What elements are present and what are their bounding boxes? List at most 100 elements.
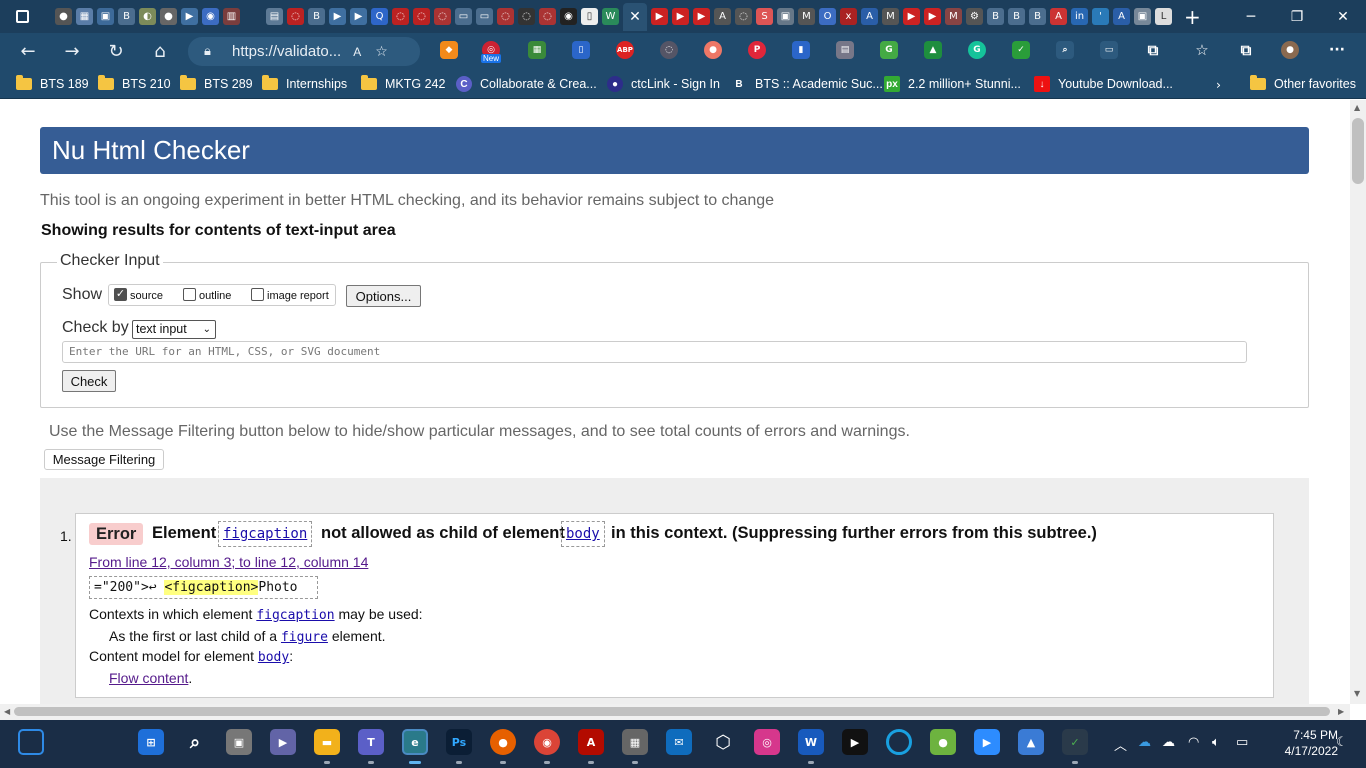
collections-icon[interactable]: ⧉ [1237, 41, 1255, 59]
check-app-icon[interactable]: ✓ [1062, 729, 1088, 755]
media-player-icon[interactable]: ▶ [842, 729, 868, 755]
figcaption-spec-link[interactable]: figcaption [256, 608, 334, 623]
file-explorer-icon[interactable]: ▬ [314, 729, 340, 755]
tab-icon[interactable]: ⚙ [966, 8, 983, 25]
tab-icon[interactable]: ◌ [539, 8, 556, 25]
favorite-item[interactable]: Other favorites [1246, 69, 1360, 99]
tab-icon[interactable]: S [756, 8, 773, 25]
body-code-link[interactable]: body [561, 521, 605, 547]
tab-icon[interactable]: ▣ [97, 8, 114, 25]
minimize-button[interactable]: ─ [1228, 0, 1274, 33]
chat-icon[interactable]: ▶ [270, 729, 296, 755]
close-tab-icon[interactable]: ✕ [629, 8, 641, 25]
extension-icon[interactable]: ▭ [1100, 41, 1118, 59]
tab-icon[interactable]: ◌ [497, 8, 514, 25]
tab-icon[interactable]: A [714, 8, 731, 25]
favorites-overflow-chevron-icon[interactable]: › [1212, 69, 1225, 99]
active-tab[interactable]: ✕ [623, 2, 647, 31]
source-label[interactable]: source [130, 290, 163, 302]
tab-icon[interactable]: B [987, 8, 1004, 25]
image-report-checkbox[interactable] [251, 288, 264, 301]
extension-icon[interactable]: ▯ [572, 41, 590, 59]
chrome-icon[interactable]: ◉ [534, 729, 560, 755]
tab-icon[interactable]: ◉ [560, 8, 577, 25]
tab-icon[interactable]: B [308, 8, 325, 25]
tab-icon[interactable]: ◌ [392, 8, 409, 25]
word-icon[interactable]: W [798, 729, 824, 755]
start-windows-icon[interactable]: ⊞ [138, 729, 164, 755]
tab-icon[interactable]: ▥ [223, 8, 240, 25]
refresh-button[interactable]: ↻ [96, 33, 136, 69]
zoom-icon[interactable]: ▶ [974, 729, 1000, 755]
pea-app-icon[interactable]: ● [930, 729, 956, 755]
tab-icon[interactable]: in [1071, 8, 1088, 25]
tab-icon[interactable]: ▶ [672, 8, 689, 25]
tab-icon[interactable]: ● [55, 8, 72, 25]
scroll-left-arrow-icon[interactable]: ◀ [4, 707, 10, 716]
desktop-widget-icon[interactable] [18, 729, 44, 755]
favorite-item[interactable]: ● ctcLink - Sign In [603, 69, 724, 99]
scroll-right-arrow-icon[interactable]: ▶ [1338, 707, 1344, 716]
tab-icon[interactable]: ▣ [1134, 8, 1151, 25]
tab-icon[interactable]: M [798, 8, 815, 25]
tab-icon[interactable]: ◌ [287, 8, 304, 25]
back-button[interactable]: ← [8, 33, 48, 69]
tab-icon[interactable]: x [840, 8, 857, 25]
check-by-select[interactable]: text input ⌄ [132, 320, 216, 339]
tab-icon[interactable]: B [1008, 8, 1025, 25]
tab-icon[interactable]: B [1029, 8, 1046, 25]
tab-icon[interactable]: A [861, 8, 878, 25]
outline-label[interactable]: outline [199, 290, 231, 302]
tab-icon[interactable]: ' [1092, 8, 1109, 25]
volume-icon[interactable]: 🔈︎ [1212, 735, 1220, 750]
pinterest-icon[interactable]: P [748, 41, 766, 59]
tab-icon[interactable]: M [882, 8, 899, 25]
cube-app-icon[interactable]: ⬡ [710, 729, 736, 755]
forward-button[interactable]: → [52, 33, 92, 69]
tab-icon[interactable]: ▶ [350, 8, 367, 25]
photos-icon[interactable]: ▲ [1018, 729, 1044, 755]
zoom-extension-icon[interactable]: ⌕ [1056, 41, 1074, 59]
tab-icon[interactable]: ▶ [329, 8, 346, 25]
tab-icon[interactable]: ▶ [903, 8, 920, 25]
tab-icon[interactable]: ▦ [76, 8, 93, 25]
url-input[interactable]: Enter the URL for an HTML, CSS, or SVG d… [62, 341, 1247, 363]
tab-icon[interactable]: ◌ [413, 8, 430, 25]
onedrive-icon[interactable]: ☁ [1138, 735, 1151, 750]
tab-icon[interactable]: ◌ [434, 8, 451, 25]
source-checkbox[interactable]: ✓ [114, 288, 127, 301]
tab-icon[interactable]: O [819, 8, 836, 25]
extension-icon[interactable]: ▮ [792, 41, 810, 59]
tab-icon[interactable]: ◉ [202, 8, 219, 25]
favorite-item[interactable]: px 2.2 million+ Stunni... [880, 69, 1025, 99]
checkmark-extension-icon[interactable]: ✓ [1012, 41, 1030, 59]
new-tab-button[interactable]: + [1184, 5, 1201, 29]
favorite-item[interactable]: ↓ Youtube Download... [1030, 69, 1177, 99]
favorites-icon[interactable]: ☆ [1193, 41, 1211, 59]
home-button[interactable]: ⌂ [140, 33, 180, 69]
photoshop-icon[interactable]: Ps [446, 729, 472, 755]
tab-icon[interactable]: ▶ [693, 8, 710, 25]
tab-icon[interactable]: B [118, 8, 135, 25]
flow-content-link[interactable]: Flow content [109, 670, 188, 686]
system-clock[interactable]: 7:45 PM 4/17/2022 [1258, 727, 1338, 759]
extensions-puzzle-icon[interactable]: ⧉ [1144, 41, 1162, 59]
tab-icon[interactable]: W [602, 8, 619, 25]
mail-icon[interactable]: ✉ [666, 729, 692, 755]
scroll-down-arrow-icon[interactable]: ▼ [1354, 689, 1360, 698]
vertical-scroll-thumb[interactable] [1352, 118, 1364, 184]
favorite-item[interactable]: C Collaborate & Crea... [452, 69, 601, 99]
extension-icon[interactable]: ◌ [660, 41, 678, 59]
acrobat-icon[interactable]: A [578, 729, 604, 755]
read-aloud-icon[interactable]: A [353, 45, 361, 59]
maximize-button[interactable]: ❐ [1274, 0, 1320, 33]
profile-avatar[interactable]: ● [1281, 41, 1299, 59]
firefox-icon[interactable]: ● [490, 729, 516, 755]
grammarly-icon[interactable]: G [968, 41, 986, 59]
tab-icon[interactable]: ▶ [651, 8, 668, 25]
scroll-up-arrow-icon[interactable]: ▲ [1354, 103, 1360, 112]
tab-icon[interactable]: ▭ [455, 8, 472, 25]
favorite-item[interactable]: MKTG 242 [357, 69, 449, 99]
favorite-star-icon[interactable]: ☆ [375, 44, 388, 60]
tab-icon[interactable]: Q [371, 8, 388, 25]
